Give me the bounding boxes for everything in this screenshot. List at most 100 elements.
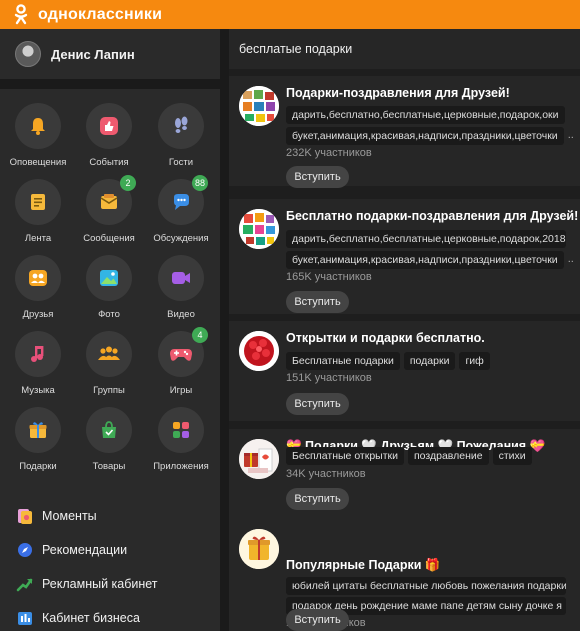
- nav-friends[interactable]: Друзья: [3, 255, 73, 320]
- nav-label: События: [89, 157, 129, 168]
- navigation-grid: Оповещения События Гости Лента 2 Сообщен…: [0, 89, 220, 509]
- group-tag[interactable]: подарки: [403, 352, 456, 370]
- link-ads-cabinet[interactable]: Рекламный кабинет: [16, 575, 158, 593]
- link-business-cabinet[interactable]: Кабинет бизнеса: [16, 609, 140, 627]
- group-tag[interactable]: стихи: [492, 447, 532, 465]
- tag-row: дарить,бесплатно,бесплатные,церковные,по…: [286, 106, 576, 124]
- nav-notifications[interactable]: Оповещения: [3, 103, 73, 168]
- nav-goods[interactable]: Товары: [74, 407, 144, 472]
- group-card[interactable]: Популярные Подарки 🎁 юбилей цитаты беспл…: [229, 521, 580, 631]
- link-recommendations[interactable]: Рекомендации: [16, 541, 127, 559]
- group-avatar[interactable]: [239, 209, 279, 249]
- nav-label: Сообщения: [83, 233, 135, 244]
- trend-arrow-icon: [16, 575, 34, 593]
- group-tag[interactable]: дарить,бесплатно,бесплатные,церковные,по…: [286, 230, 566, 248]
- tag-row: Бесплатные открытки поздравление стихи: [286, 447, 576, 465]
- music-note-icon: [31, 346, 44, 362]
- link-moments[interactable]: Моменты: [16, 507, 97, 525]
- member-count: 165K участников: [286, 271, 372, 283]
- nav-circle: [15, 103, 61, 149]
- nav-video[interactable]: Видео: [146, 255, 216, 320]
- more-tags-indicator: ..: [567, 129, 574, 141]
- nav-messages[interactable]: 2 Сообщения: [74, 175, 144, 244]
- group-tag[interactable]: поздравление: [407, 447, 489, 465]
- tag-row: Бесплатные подарки подарки гиф: [286, 352, 576, 370]
- nav-label: Гости: [168, 157, 194, 168]
- group-title[interactable]: Популярные Подарки 🎁: [286, 558, 440, 573]
- nav-music[interactable]: Музыка: [3, 331, 73, 396]
- nav-discussions[interactable]: 88 Обсуждения: [146, 175, 216, 244]
- groups-icon: [98, 346, 120, 360]
- nav-groups[interactable]: Группы: [74, 331, 144, 396]
- profile-card[interactable]: Денис Лапин: [0, 29, 220, 79]
- link-label: Рекламный кабинет: [42, 577, 158, 591]
- group-avatar[interactable]: [239, 86, 279, 126]
- group-tag[interactable]: дарить,бесплатно,бесплатные,церковные,по…: [286, 106, 565, 124]
- nav-games[interactable]: 4 Игры: [146, 327, 216, 396]
- envelope-icon: [100, 194, 118, 209]
- group-card[interactable]: Подарки-поздравления для Друзей! дарить,…: [229, 76, 580, 188]
- join-button[interactable]: Вступить: [286, 291, 349, 313]
- link-label: Кабинет бизнеса: [42, 611, 140, 625]
- nav-circle: [158, 103, 204, 149]
- ok-logo-icon[interactable]: [10, 3, 32, 26]
- group-tag[interactable]: гиф: [459, 352, 490, 370]
- group-tag[interactable]: букет,анимация,красивая,надписи,праздник…: [286, 251, 564, 269]
- nav-circle: [158, 255, 204, 301]
- friends-icon: [29, 270, 47, 286]
- nav-label: Фото: [98, 309, 120, 320]
- group-title[interactable]: Бесплатно подарки-поздравления для Друзе…: [286, 209, 578, 223]
- group-card[interactable]: Открытки и подарки бесплатно. Бесплатные…: [229, 321, 580, 421]
- group-avatar[interactable]: [239, 331, 279, 371]
- group-card[interactable]: Бесплатно подарки-поздравления для Друзе…: [229, 199, 580, 314]
- nav-apps[interactable]: Приложения: [146, 407, 216, 472]
- nav-photo[interactable]: Фото: [74, 255, 144, 320]
- brand-name[interactable]: одноклассники: [38, 6, 162, 24]
- join-button[interactable]: Вступить: [286, 488, 349, 510]
- group-tag[interactable]: юбилей цитаты бесплатные любовь пожелани…: [286, 577, 566, 595]
- messages-badge: 2: [120, 175, 136, 191]
- nav-label: Лента: [24, 233, 52, 244]
- nav-label: Приложения: [153, 461, 209, 472]
- nav-events[interactable]: События: [74, 103, 144, 168]
- group-title[interactable]: Открытки и подарки бесплатно.: [286, 331, 485, 345]
- search-bar[interactable]: бесплатые подарки: [229, 29, 580, 69]
- join-button[interactable]: Вступить: [286, 166, 349, 188]
- group-title[interactable]: Подарки-поздравления для Друзей!: [286, 86, 510, 100]
- nav-gifts[interactable]: Подарки: [3, 407, 73, 472]
- nav-label: Подарки: [19, 461, 57, 472]
- gift-icon: [29, 422, 47, 438]
- join-button[interactable]: Вступить: [286, 393, 349, 415]
- group-tag[interactable]: букет,анимация,красивая,надписи,праздник…: [286, 127, 564, 145]
- business-icon: [16, 609, 34, 627]
- nav-circle: [158, 407, 204, 453]
- group-avatar[interactable]: [239, 529, 279, 569]
- nav-guests[interactable]: Гости: [146, 103, 216, 168]
- nav-circle: [15, 331, 61, 377]
- nav-circle: 88: [158, 175, 208, 225]
- group-avatar[interactable]: [239, 439, 279, 479]
- footprints-icon: [175, 116, 188, 133]
- more-tags-indicator: ..: [567, 253, 574, 265]
- group-card[interactable]: 💝 Подарки 🤍 Друзьям 🤍 Пожелания 💝 Беспла…: [229, 429, 580, 529]
- nav-label: Музыка: [21, 385, 55, 396]
- group-tag[interactable]: Бесплатные подарки: [286, 352, 400, 370]
- nav-feed[interactable]: Лента: [3, 179, 73, 244]
- top-bar: одноклассники: [0, 0, 580, 29]
- nav-label: Группы: [93, 385, 125, 396]
- search-query[interactable]: бесплатые подарки: [239, 42, 352, 56]
- profile-name[interactable]: Денис Лапин: [51, 47, 135, 62]
- tag-row: дарить,бесплатно,бесплатные,церковные,по…: [286, 230, 576, 248]
- tag-row: букет,анимация,красивая,надписи,праздник…: [286, 127, 576, 145]
- nav-label: Товары: [92, 461, 126, 472]
- nav-circle: [86, 255, 132, 301]
- join-button[interactable]: Вступить: [286, 609, 349, 631]
- apps-icon: [173, 422, 189, 438]
- main-content: бесплатые подарки Подарки-поздравления д…: [229, 29, 580, 631]
- sidebar: Денис Лапин Оповещения События Гости Лен…: [0, 29, 229, 631]
- link-label: Рекомендации: [42, 543, 128, 557]
- bell-icon: [31, 118, 45, 135]
- tag-row: букет,анимация,красивая,надписи,праздник…: [286, 251, 576, 269]
- avatar[interactable]: [15, 41, 41, 67]
- group-tag[interactable]: Бесплатные открытки: [286, 447, 404, 465]
